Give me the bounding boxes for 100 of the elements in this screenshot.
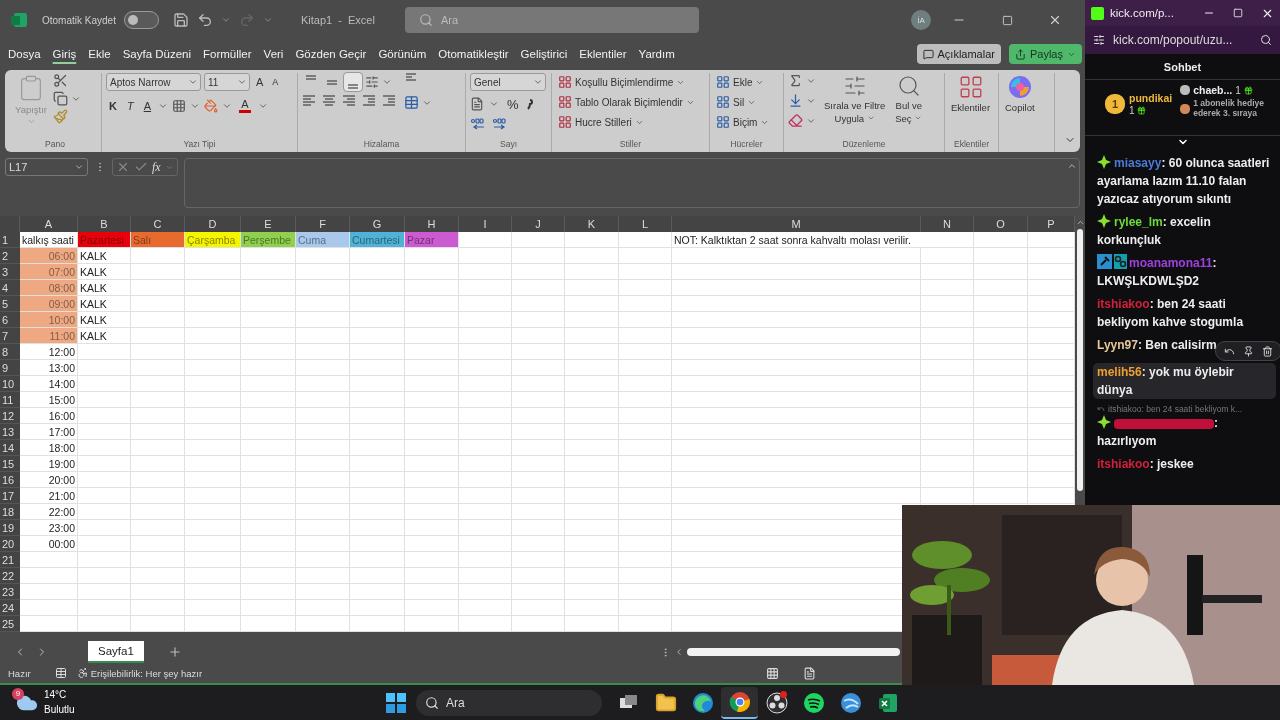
row-header[interactable]: 6 bbox=[0, 312, 20, 328]
menu-tab[interactable]: Görünüm bbox=[372, 44, 433, 64]
site-settings-icon[interactable] bbox=[1093, 34, 1105, 46]
row-header[interactable]: 24 bbox=[0, 600, 20, 616]
username[interactable]: rylee_lm bbox=[1114, 215, 1163, 229]
number-format-select[interactable]: Genel bbox=[470, 73, 546, 91]
addins-button[interactable]: Eklentiler bbox=[949, 73, 993, 139]
row-header[interactable]: 4 bbox=[0, 280, 20, 296]
pin-icon[interactable] bbox=[1243, 345, 1254, 357]
copy-icon[interactable] bbox=[53, 91, 69, 106]
delete-icon[interactable] bbox=[1262, 345, 1273, 357]
menu-tab[interactable]: Sayfa Düzeni bbox=[116, 44, 198, 64]
accessibility-status[interactable]: Erişilebilirlik: Her şey hazır bbox=[90, 667, 203, 679]
column-header[interactable]: F bbox=[296, 216, 350, 232]
cells-button[interactable]: Sil bbox=[714, 93, 779, 111]
bold-button[interactable]: K bbox=[106, 97, 120, 115]
sheet-tab[interactable]: Sayfa1 bbox=[88, 641, 144, 663]
percent-button[interactable]: % bbox=[504, 95, 522, 113]
menu-tab[interactable]: Geliştirici bbox=[514, 44, 574, 64]
username[interactable]: itshiakoo bbox=[1097, 457, 1150, 471]
share-button[interactable]: Paylaş bbox=[1008, 44, 1082, 64]
orientation-icon[interactable] bbox=[365, 75, 379, 89]
username[interactable]: moanamona11 bbox=[1129, 256, 1213, 270]
menu-tab[interactable]: Yardım bbox=[632, 44, 681, 64]
column-header[interactable]: A bbox=[20, 216, 78, 232]
row-header[interactable]: 16 bbox=[0, 472, 20, 488]
menu-tab[interactable]: Otomatikleştir bbox=[432, 44, 515, 64]
search-icon[interactable] bbox=[1260, 34, 1272, 46]
row-header[interactable]: 15 bbox=[0, 456, 20, 472]
menu-tab[interactable]: Ekle bbox=[82, 44, 117, 64]
row-header[interactable]: 5 bbox=[0, 296, 20, 312]
row-header[interactable]: 1 bbox=[0, 232, 20, 248]
row-header[interactable]: 8 bbox=[0, 344, 20, 360]
add-sheet-icon[interactable] bbox=[167, 645, 182, 659]
row-header[interactable]: 20 bbox=[0, 536, 20, 552]
cells-button[interactable]: Ekle bbox=[714, 73, 779, 91]
page-layout-icon[interactable] bbox=[803, 666, 817, 680]
name-box[interactable]: L17 bbox=[5, 158, 88, 176]
accessibility-icon[interactable] bbox=[76, 667, 89, 679]
row-header[interactable]: 17 bbox=[0, 488, 20, 504]
column-header[interactable]: N bbox=[921, 216, 974, 232]
row-header[interactable]: 10 bbox=[0, 376, 20, 392]
taskbar-app-button[interactable] bbox=[721, 686, 758, 719]
row-header[interactable]: 7 bbox=[0, 328, 20, 344]
increase-decimal-icon[interactable] bbox=[470, 117, 486, 131]
fill-down-icon[interactable] bbox=[788, 93, 803, 108]
row-header[interactable]: 12 bbox=[0, 408, 20, 424]
column-header[interactable]: M bbox=[672, 216, 921, 232]
row-header[interactable]: 11 bbox=[0, 392, 20, 408]
find-select-button[interactable]: Bul ve Seç bbox=[893, 73, 925, 139]
scroll-up-icon[interactable] bbox=[1075, 218, 1085, 227]
formula-input[interactable] bbox=[183, 158, 1080, 208]
decrease-decimal-icon[interactable] bbox=[492, 117, 508, 131]
shrink-font-button[interactable]: A bbox=[269, 73, 282, 91]
cells-button[interactable]: Biçim bbox=[714, 113, 779, 131]
copilot-button[interactable]: Copilot bbox=[1003, 73, 1037, 152]
style-button[interactable]: Hucre Stilleri bbox=[556, 113, 705, 131]
column-header[interactable]: I bbox=[459, 216, 512, 232]
row-header[interactable]: 23 bbox=[0, 584, 20, 600]
scroll-left-icon[interactable] bbox=[674, 647, 684, 657]
underline-button[interactable]: A bbox=[140, 97, 155, 115]
menu-tab[interactable]: Gözden Geçir bbox=[289, 44, 373, 64]
row-header[interactable]: 21 bbox=[0, 552, 20, 568]
column-header[interactable]: K bbox=[565, 216, 619, 232]
column-header[interactable]: H bbox=[405, 216, 459, 232]
scrollbar-thumb[interactable] bbox=[1077, 229, 1083, 491]
column-header[interactable]: G bbox=[350, 216, 405, 232]
row-header[interactable]: 2 bbox=[0, 248, 20, 264]
row-header[interactable]: 22 bbox=[0, 568, 20, 584]
grow-font-button[interactable]: A bbox=[253, 73, 267, 91]
taskbar-search-field[interactable]: Ara bbox=[416, 689, 602, 716]
row-header[interactable]: 25 bbox=[0, 616, 20, 632]
style-button[interactable]: Tablo Olarak Biçimlendir bbox=[556, 93, 705, 111]
style-button[interactable]: Koşullu Biçimlendirme bbox=[556, 73, 705, 91]
column-header[interactable]: O bbox=[974, 216, 1028, 232]
row-header[interactable]: 9 bbox=[0, 360, 20, 376]
column-header[interactable]: J bbox=[512, 216, 565, 232]
macro-icon[interactable] bbox=[54, 667, 67, 679]
undo-icon[interactable] bbox=[196, 12, 213, 28]
borders-icon[interactable] bbox=[172, 99, 187, 113]
menu-tab[interactable]: Veri bbox=[257, 44, 290, 64]
row-header[interactable]: 13 bbox=[0, 424, 20, 440]
autosave-toggle[interactable] bbox=[123, 11, 159, 29]
comma-style-icon[interactable] bbox=[526, 98, 533, 110]
row-header[interactable]: 3 bbox=[0, 264, 20, 280]
username[interactable]: Lyyn97 bbox=[1097, 338, 1138, 352]
username[interactable]: miasayy bbox=[1114, 156, 1162, 170]
font-color-button[interactable]: A bbox=[236, 97, 255, 115]
menu-tab[interactable]: Dosya bbox=[2, 44, 47, 64]
menu-tab[interactable]: Giriş bbox=[46, 44, 83, 64]
column-header[interactable]: B bbox=[78, 216, 131, 232]
italic-button[interactable]: T bbox=[123, 97, 137, 115]
cut-icon[interactable] bbox=[53, 73, 69, 88]
column-header[interactable]: C bbox=[131, 216, 185, 232]
row-header[interactable]: 14 bbox=[0, 440, 20, 456]
eraser-icon[interactable] bbox=[788, 113, 803, 128]
scrollbar-thumb[interactable] bbox=[687, 648, 900, 656]
accounting-icon[interactable] bbox=[470, 97, 484, 111]
formula-buttons[interactable]: fx bbox=[112, 158, 178, 176]
row-header[interactable]: 19 bbox=[0, 520, 20, 536]
